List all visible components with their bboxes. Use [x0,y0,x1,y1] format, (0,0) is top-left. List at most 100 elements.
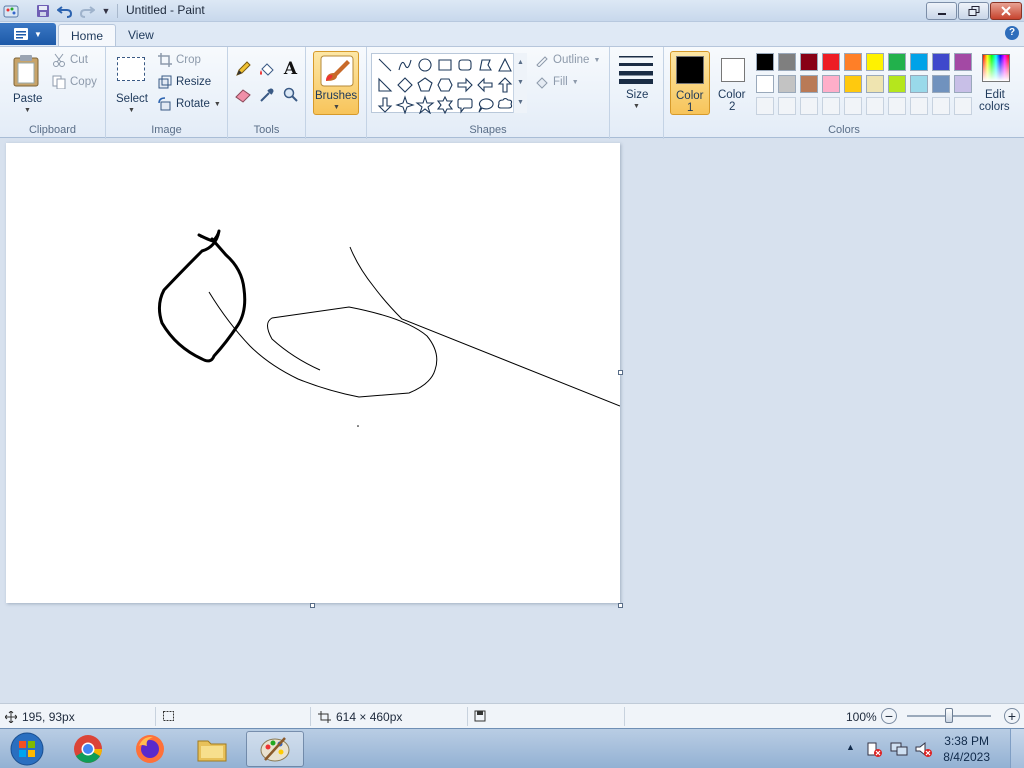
palette-swatch-empty[interactable] [800,97,818,115]
palette-swatch-empty[interactable] [888,97,906,115]
undo-icon[interactable] [56,2,74,20]
zoom-in-button[interactable]: + [1004,708,1020,724]
polygon-shape-icon[interactable] [479,59,492,71]
close-button[interactable] [990,2,1022,20]
network-icon[interactable] [890,741,908,760]
show-hidden-icons[interactable]: ▲ [846,742,855,752]
resize-handle-bottom[interactable] [310,603,315,608]
palette-swatch[interactable] [954,53,972,71]
palette-swatch[interactable] [800,53,818,71]
rotate-button[interactable]: Rotate ▼ [158,97,221,111]
magnifier-tool[interactable] [281,85,300,104]
pentagon-shape-icon[interactable] [417,77,433,92]
palette-swatch-empty[interactable] [756,97,774,115]
palette-swatch[interactable] [756,75,774,93]
palette-swatch-empty[interactable] [954,97,972,115]
minimize-button[interactable] [926,2,957,20]
oval-callout-shape-icon[interactable] [478,98,494,113]
rounded-callout-shape-icon[interactable] [457,98,473,114]
palette-swatch[interactable] [866,53,884,71]
right-triangle-shape-icon[interactable] [378,77,393,92]
six-point-star-shape-icon[interactable] [436,95,454,115]
text-tool-icon[interactable]: A [281,59,300,79]
fill-button[interactable]: Fill ▼ [535,75,579,89]
hexagon-shape-icon[interactable] [437,78,453,92]
tab-view[interactable]: View [116,24,166,46]
zoom-slider-thumb[interactable] [945,708,953,723]
line-shape-icon[interactable] [378,58,392,72]
diamond-shape-icon[interactable] [397,77,413,93]
resize-handle-right[interactable] [618,370,623,375]
oval-shape-icon[interactable] [418,58,432,72]
taskbar-paint[interactable] [246,731,304,767]
select-button[interactable]: Select ▼ [112,51,150,114]
palette-swatch[interactable] [888,53,906,71]
palette-swatch[interactable] [822,75,840,93]
edit-colors-button[interactable]: Edit colors [976,51,1018,115]
eraser-tool[interactable] [233,85,252,104]
rounded-rectangle-shape-icon[interactable] [458,59,472,71]
taskbar-explorer[interactable] [186,731,238,767]
color1-button[interactable]: Color 1 [670,51,710,115]
right-arrow-shape-icon[interactable] [457,77,473,93]
palette-swatch-empty[interactable] [822,97,840,115]
palette-swatch[interactable] [844,75,862,93]
pencil-tool[interactable] [233,59,252,78]
brushes-button[interactable]: Brushes ▼ [313,51,359,115]
curve-shape-icon[interactable] [398,59,412,71]
palette-swatch-empty[interactable] [932,97,950,115]
triangle-shape-icon[interactable] [498,57,512,72]
resize-handle-corner[interactable] [618,603,623,608]
four-point-star-shape-icon[interactable] [395,95,415,115]
palette-swatch[interactable] [954,75,972,93]
palette-swatch[interactable] [866,75,884,93]
palette-swatch[interactable] [932,53,950,71]
palette-swatch[interactable] [844,53,862,71]
five-point-star-shape-icon[interactable] [415,95,435,115]
size-button[interactable]: Size ▼ [616,51,656,115]
paint-menu-button[interactable]: ▼ [0,23,56,45]
action-center-icon[interactable] [866,741,882,760]
help-icon[interactable]: ? [1005,26,1019,40]
palette-swatch[interactable] [822,53,840,71]
shapes-scroll[interactable]: ▲ ▼ ▼ [513,53,527,113]
resize-button[interactable]: Resize [158,75,211,89]
palette-swatch[interactable] [778,53,796,71]
palette-swatch[interactable] [910,75,928,93]
color2-button[interactable]: Color 2 [714,51,752,115]
tab-home[interactable]: Home [58,24,117,46]
redo-icon[interactable] [78,2,96,20]
paint-app-icon[interactable] [2,2,20,20]
palette-swatch[interactable] [932,75,950,93]
rectangle-shape-icon[interactable] [438,59,452,71]
palette-swatch[interactable] [756,53,774,71]
taskbar-clock[interactable]: 3:38 PM 8/4/2023 [943,733,990,765]
fill-tool[interactable] [257,59,276,78]
palette-swatch[interactable] [800,75,818,93]
zoom-out-button[interactable]: − [881,708,897,724]
taskbar-firefox[interactable] [124,731,176,767]
palette-swatch-empty[interactable] [866,97,884,115]
down-arrow-shape-icon[interactable] [377,97,393,113]
copy-button[interactable]: Copy [52,75,97,89]
outline-button[interactable]: Outline ▼ [535,53,600,67]
palette-swatch[interactable] [910,53,928,71]
palette-swatch-empty[interactable] [844,97,862,115]
palette-swatch[interactable] [778,75,796,93]
volume-icon[interactable] [915,741,933,760]
up-arrow-shape-icon[interactable] [497,77,513,93]
palette-swatch[interactable] [888,75,906,93]
cloud-callout-shape-icon[interactable] [497,97,513,109]
save-icon[interactable] [34,2,52,20]
paste-button[interactable]: Paste ▼ [6,51,48,114]
show-desktop-button[interactable] [1010,729,1024,768]
palette-swatch-empty[interactable] [778,97,796,115]
customize-quick-access-icon[interactable]: ▼ [97,2,115,20]
cut-button[interactable]: Cut [52,53,88,67]
color-picker-tool[interactable] [257,85,276,104]
taskbar-chrome[interactable] [62,731,114,767]
restore-button[interactable] [958,2,989,20]
start-button[interactable] [0,731,54,767]
drawing-canvas[interactable] [6,143,621,603]
palette-swatch-empty[interactable] [910,97,928,115]
